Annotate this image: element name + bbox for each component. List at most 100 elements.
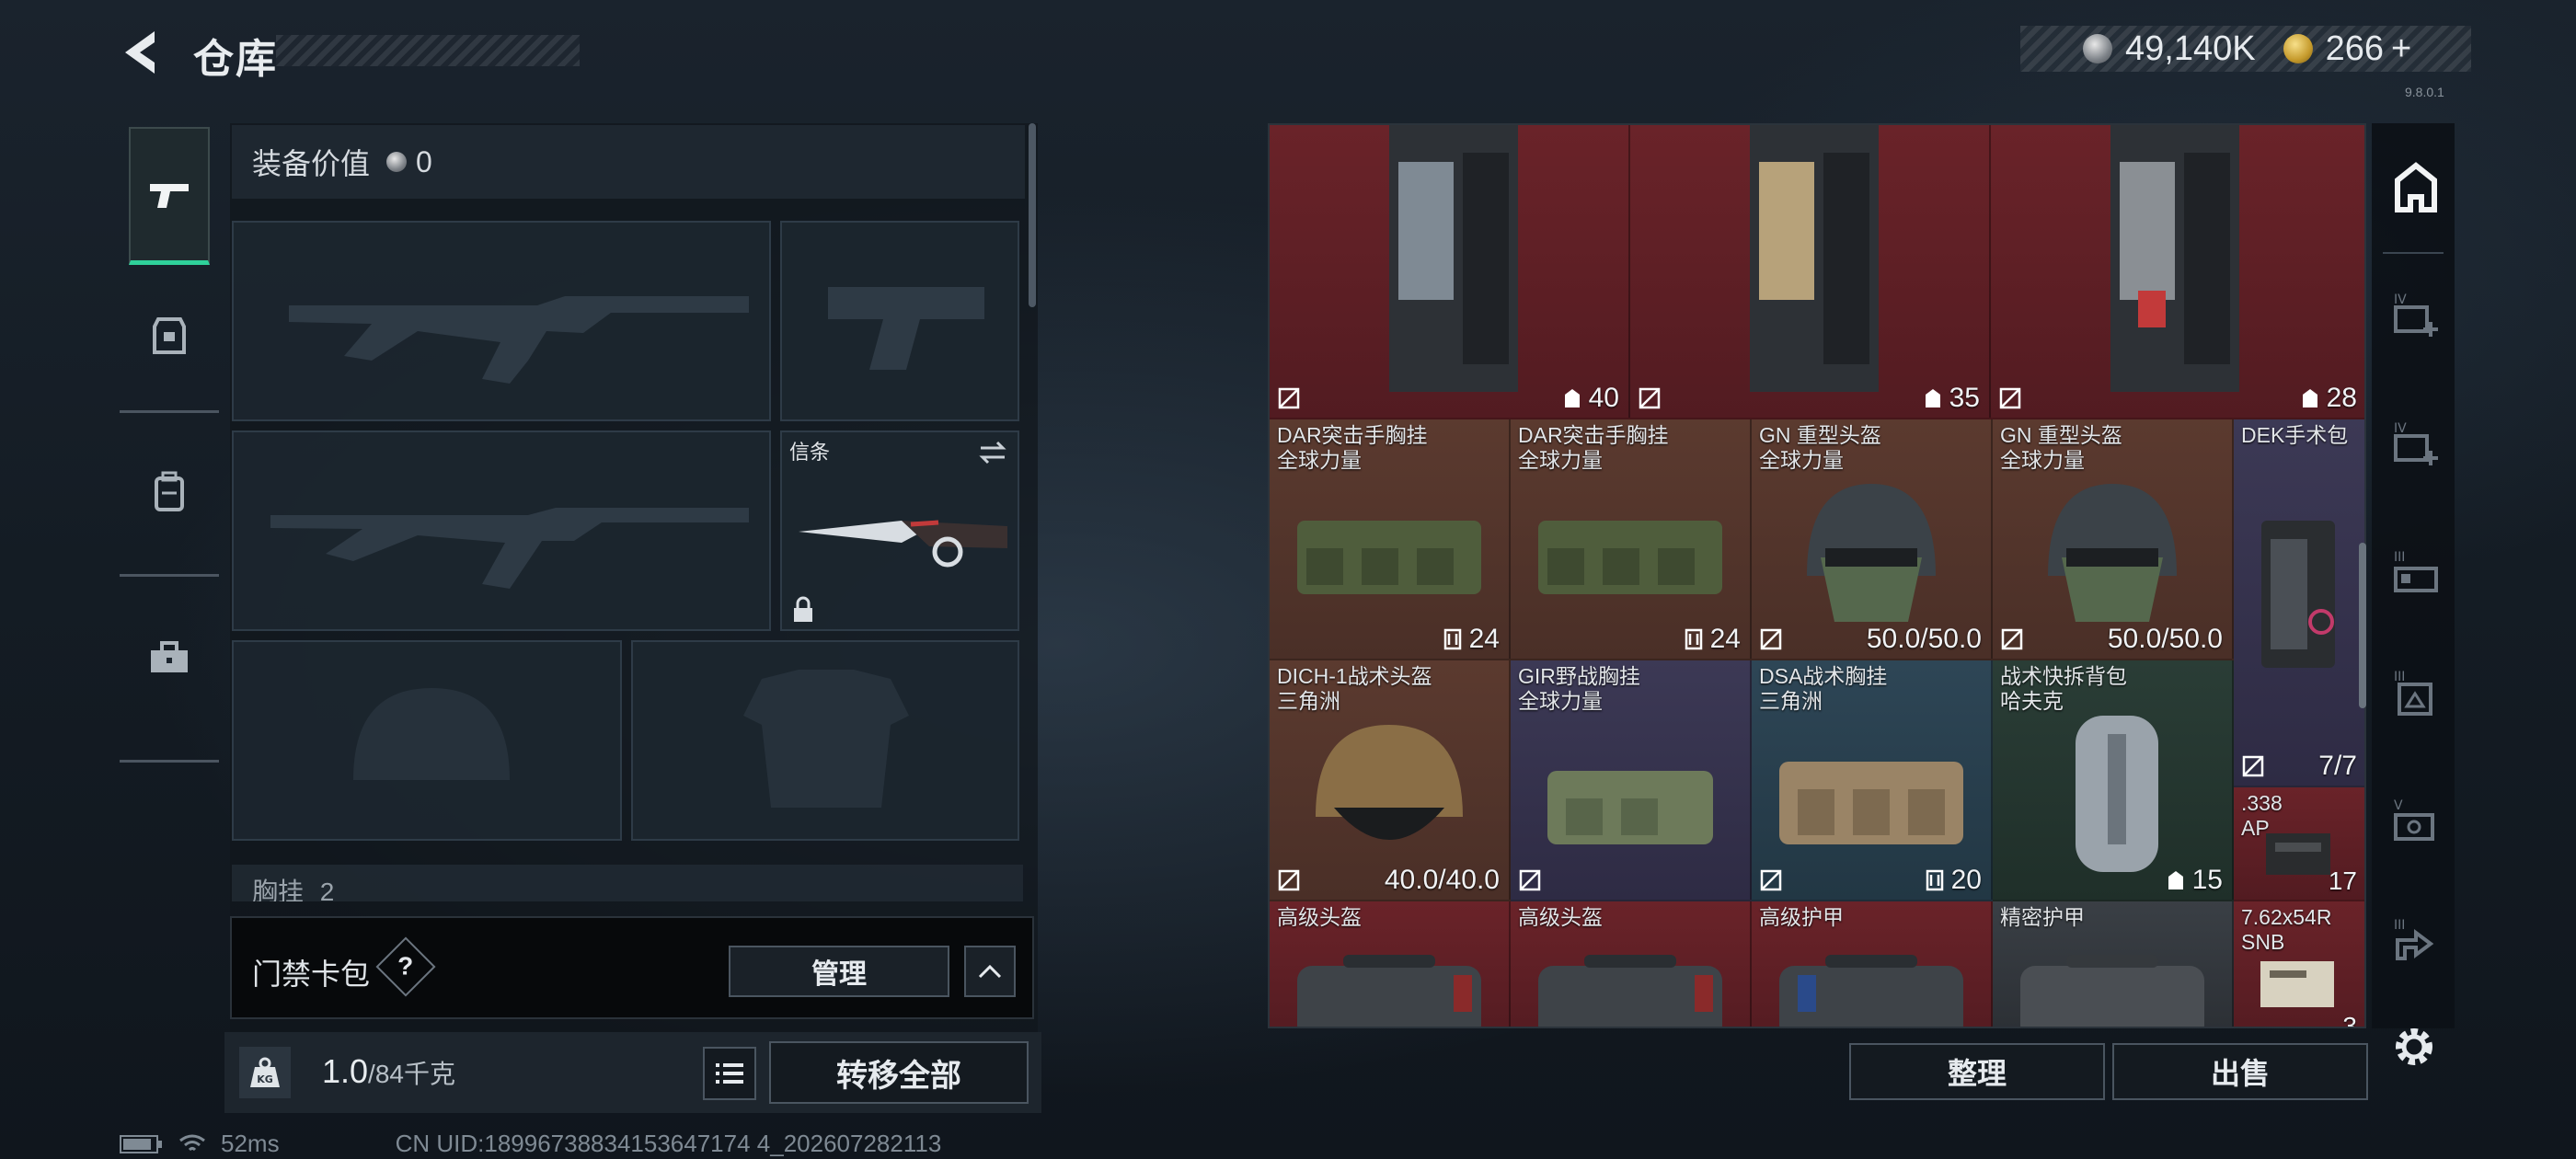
- stash-item[interactable]: 战术快拆背包 哈夫克 15: [1993, 660, 2234, 901]
- stash-item[interactable]: DSA战术胸挂 三角洲 20: [1752, 660, 1993, 901]
- vest-item-icon: [2110, 125, 2239, 392]
- help-icon[interactable]: ?: [375, 936, 436, 997]
- medkit-item-icon: [2261, 521, 2335, 668]
- ammo-item-icon: [2260, 961, 2334, 1007]
- helmet-item-icon: [1316, 725, 1463, 840]
- ping-readout: 52ms: [221, 1130, 280, 1157]
- expand-button[interactable]: [964, 946, 1016, 997]
- primary-weapon-slot[interactable]: [232, 221, 771, 421]
- rig-item-icon: [1547, 771, 1713, 844]
- no-trade-icon: [1639, 387, 1661, 409]
- stash-item[interactable]: .338 AP 17: [2234, 787, 2364, 901]
- transfer-all-button[interactable]: 转移全部: [769, 1041, 1029, 1104]
- item-count: 20: [1950, 865, 1982, 895]
- armor-silhouette-icon: [743, 670, 909, 808]
- rig-item-icon: [1297, 521, 1481, 594]
- helmet-item-icon: [2048, 484, 2177, 622]
- durability-icon: [2168, 871, 2183, 889]
- stash-item[interactable]: 35: [1630, 125, 1991, 419]
- no-trade-icon: [1760, 628, 1782, 650]
- stash-item[interactable]: DEK手术包 7/7: [2234, 419, 2364, 787]
- stash-item[interactable]: 40: [1270, 125, 1630, 419]
- sort-button[interactable]: 整理: [1849, 1043, 2105, 1100]
- access-card-label: 门禁卡包: [252, 958, 371, 991]
- silver-amount: 49,140K: [2125, 29, 2256, 68]
- no-trade-icon: [1519, 869, 1541, 891]
- stash-grid: 40 35 28 DAR突击手胸挂 全球力量 24 DAR突击手胸挂 全球力量 …: [1268, 123, 2366, 1028]
- equipment-value-bar: 装备价值 0: [232, 125, 1025, 199]
- no-trade-icon: [1278, 387, 1300, 409]
- tier-iii-storage-icon[interactable]: III: [2388, 666, 2444, 721]
- svg-text:KG: KG: [257, 1073, 273, 1085]
- secondary-weapon-slot[interactable]: [232, 430, 771, 631]
- armor-slot[interactable]: [631, 640, 1019, 841]
- sell-button[interactable]: 出售: [2112, 1043, 2368, 1100]
- svg-text:III: III: [2394, 670, 2405, 684]
- item-name: DEK手术包: [2241, 423, 2349, 447]
- item-count: 24: [1709, 624, 1741, 654]
- melee-slot-label: 信条: [789, 441, 831, 464]
- item-count: 15: [2191, 865, 2223, 895]
- stash-item[interactable]: 28: [1991, 125, 2364, 419]
- stash-item[interactable]: GN 重型头盔 全球力量 50.0/50.0: [1752, 419, 1993, 660]
- helmet-slot[interactable]: [232, 640, 622, 841]
- tier-iv-storage-icon[interactable]: IV: [2388, 289, 2444, 344]
- tier-iii-storage-icon[interactable]: III: [2388, 914, 2444, 970]
- durability-icon: [1925, 389, 1940, 407]
- tier-v-storage-icon[interactable]: V: [2388, 795, 2444, 850]
- back-button[interactable]: [118, 28, 164, 77]
- equipment-value-label: 装备价值: [252, 147, 371, 180]
- item-name: DICH-1战术头盔 三角洲: [1277, 664, 1432, 713]
- stash-filter-sidebar: IV IV III III V III: [2372, 123, 2455, 1028]
- chest-rig-count: 2: [319, 878, 335, 901]
- tier-iii-storage-icon[interactable]: III: [2388, 546, 2444, 602]
- no-trade-icon: [2001, 628, 2023, 650]
- equipment-scrollbar[interactable]: [1029, 123, 1036, 307]
- stash-scrollbar[interactable]: [2359, 543, 2366, 708]
- status-bar: 52ms CN UID:18996738834153647174 4_20260…: [120, 1130, 941, 1158]
- stash-item[interactable]: 高级头盔: [1511, 901, 1752, 1027]
- item-durability: 50.0/50.0: [1866, 624, 1982, 654]
- stash-item[interactable]: GIR野战胸挂 全球力量: [1511, 660, 1752, 901]
- stash-item[interactable]: 高级头盔: [1270, 901, 1511, 1027]
- home-stash-icon[interactable]: [2388, 160, 2444, 215]
- rifle-silhouette-icon: [289, 296, 749, 384]
- stash-item[interactable]: 精密护甲: [1993, 901, 2234, 1027]
- stash-item[interactable]: DAR突击手胸挂 全球力量 24: [1270, 419, 1511, 660]
- durability-icon: [1926, 869, 1943, 891]
- list-icon: [716, 1063, 743, 1084]
- svg-text:IV: IV: [2394, 293, 2407, 307]
- swap-icon[interactable]: [977, 440, 1008, 465]
- tier-iv-storage-icon[interactable]: IV: [2388, 418, 2444, 473]
- sidearm-slot[interactable]: [780, 221, 1019, 421]
- no-trade-icon: [1760, 869, 1782, 891]
- stash-item[interactable]: 7.62x54R SNB 3: [2234, 901, 2364, 1027]
- chest-rig-row[interactable]: 胸挂 2: [232, 865, 1023, 901]
- item-name: 高级护甲: [1759, 905, 1844, 929]
- tab-backpack[interactable]: [129, 423, 210, 561]
- back-arrow-icon: [125, 31, 155, 74]
- gear-icon[interactable]: [2388, 1021, 2440, 1073]
- stash-item[interactable]: DAR突击手胸挂 全球力量 24: [1511, 419, 1752, 660]
- list-view-button[interactable]: [703, 1047, 756, 1100]
- tab-armor[interactable]: [129, 267, 210, 405]
- item-name: 精密护甲: [2000, 905, 2085, 929]
- item-name: 7.62x54R SNB: [2241, 905, 2332, 954]
- item-durability: 40.0/40.0: [1384, 865, 1500, 895]
- armor-icon: [153, 317, 186, 354]
- stash-item[interactable]: 高级护甲: [1752, 901, 1993, 1027]
- item-uses: 7/7: [2318, 751, 2357, 781]
- add-currency-button[interactable]: +: [2391, 29, 2411, 69]
- melee-slot[interactable]: 信条: [780, 430, 1019, 631]
- weight-bar: KG 1.0/84千克 转移全部: [224, 1032, 1041, 1113]
- tab-weapons[interactable]: [129, 127, 210, 265]
- item-name: 高级头盔: [1277, 905, 1362, 929]
- manage-button[interactable]: 管理: [729, 946, 949, 997]
- stash-item[interactable]: GN 重型头盔 全球力量 50.0/50.0: [1993, 419, 2234, 660]
- item-count: 17: [2328, 866, 2357, 895]
- bag-item-icon: [1297, 955, 1481, 1027]
- vest-item-icon: [1389, 125, 1518, 392]
- stash-item[interactable]: DICH-1战术头盔 三角洲 40.0/40.0: [1270, 660, 1511, 901]
- item-name: GN 重型头盔 全球力量: [2000, 423, 2122, 472]
- tab-toolbox[interactable]: [129, 589, 210, 727]
